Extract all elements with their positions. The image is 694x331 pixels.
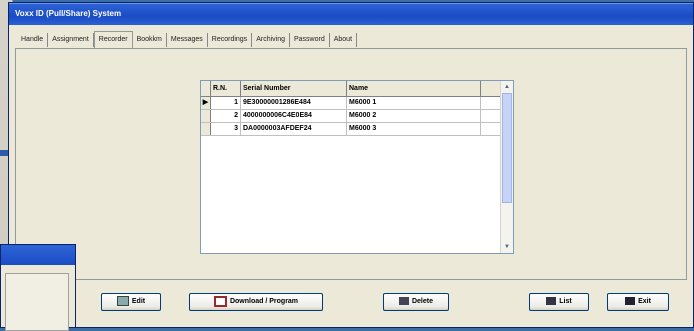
tab-recordings[interactable]: Recordings xyxy=(208,33,253,47)
column-header-serial[interactable]: Serial Number xyxy=(241,81,347,96)
scroll-up-icon[interactable]: ▲ xyxy=(502,82,512,92)
overlapping-window-titlebar[interactable] xyxy=(1,245,75,265)
cell-rn: 3 xyxy=(211,123,241,135)
column-header-name[interactable]: Name xyxy=(347,81,481,96)
download-icon xyxy=(213,295,227,307)
delete-button[interactable]: Delete xyxy=(383,293,449,311)
download-program-button[interactable]: Download / Program xyxy=(189,293,323,311)
list-button[interactable]: List xyxy=(529,293,589,311)
scroll-thumb[interactable] xyxy=(502,93,512,203)
grid-scrollbar[interactable]: ▲ ▼ xyxy=(500,81,513,253)
tab-assignment[interactable]: Assignment xyxy=(48,33,94,47)
edit-icon xyxy=(116,296,129,307)
edit-button[interactable]: Edit xyxy=(101,293,161,311)
tab-password[interactable]: Password xyxy=(290,33,330,47)
scroll-down-icon[interactable]: ▼ xyxy=(502,242,512,252)
tab-about[interactable]: About xyxy=(330,33,358,47)
column-header-rn[interactable]: R.N. xyxy=(211,81,241,96)
list-button-label: List xyxy=(559,298,572,305)
tab-archiving[interactable]: Archiving xyxy=(252,33,290,47)
cell-name: M6000 1 xyxy=(347,97,481,109)
recorder-grid[interactable]: R.N. Serial Number Name ▶ 1 9E3000000128… xyxy=(200,80,514,254)
row-indicator-header xyxy=(201,81,211,96)
tab-recorder[interactable]: Recorder xyxy=(93,31,133,48)
cell-serial: DA0000003AFDEF24 xyxy=(241,123,347,135)
tab-handle[interactable]: Handle xyxy=(17,33,49,47)
edit-button-label: Edit xyxy=(131,298,146,305)
exit-button-label: Exit xyxy=(638,298,651,305)
cell-name: M6000 2 xyxy=(347,110,481,122)
row-indicator xyxy=(201,123,211,135)
cell-rn: 2 xyxy=(211,110,241,122)
table-row[interactable]: 3 DA0000003AFDEF24 M6000 3 xyxy=(201,123,513,136)
overlapping-window-content xyxy=(5,273,69,331)
download-button-label: Download / Program xyxy=(229,298,299,305)
delete-icon xyxy=(398,297,409,306)
table-row[interactable]: ▶ 1 9E30000001286E484 M6000 1 xyxy=(201,97,513,110)
recorder-panel: R.N. Serial Number Name ▶ 1 9E3000000128… xyxy=(15,48,687,280)
delete-button-label: Delete xyxy=(411,298,433,305)
cell-serial: 4000000006C4E0E84 xyxy=(241,110,347,122)
table-row[interactable]: 2 4000000006C4E0E84 M6000 2 xyxy=(201,110,513,123)
tab-strip: Handle Assignment Recorder Bookkm Messag… xyxy=(17,31,358,48)
window-title: Voxx ID (Pull/Share) System xyxy=(9,3,693,25)
grid-header: R.N. Serial Number Name xyxy=(201,81,513,97)
cell-serial: 9E30000001286E484 xyxy=(241,97,347,109)
cell-name: M6000 3 xyxy=(347,123,481,135)
row-indicator xyxy=(201,110,211,122)
tab-messages[interactable]: Messages xyxy=(167,33,208,47)
cell-rn: 1 xyxy=(211,97,241,109)
main-window: Voxx ID (Pull/Share) System Handle Assig… xyxy=(8,2,694,328)
current-row-indicator: ▶ xyxy=(201,97,211,109)
tab-bookkm[interactable]: Bookkm xyxy=(133,33,167,47)
overlapping-window xyxy=(0,244,76,331)
exit-button[interactable]: Exit xyxy=(607,293,669,311)
list-icon xyxy=(546,297,557,306)
exit-icon xyxy=(625,297,636,306)
